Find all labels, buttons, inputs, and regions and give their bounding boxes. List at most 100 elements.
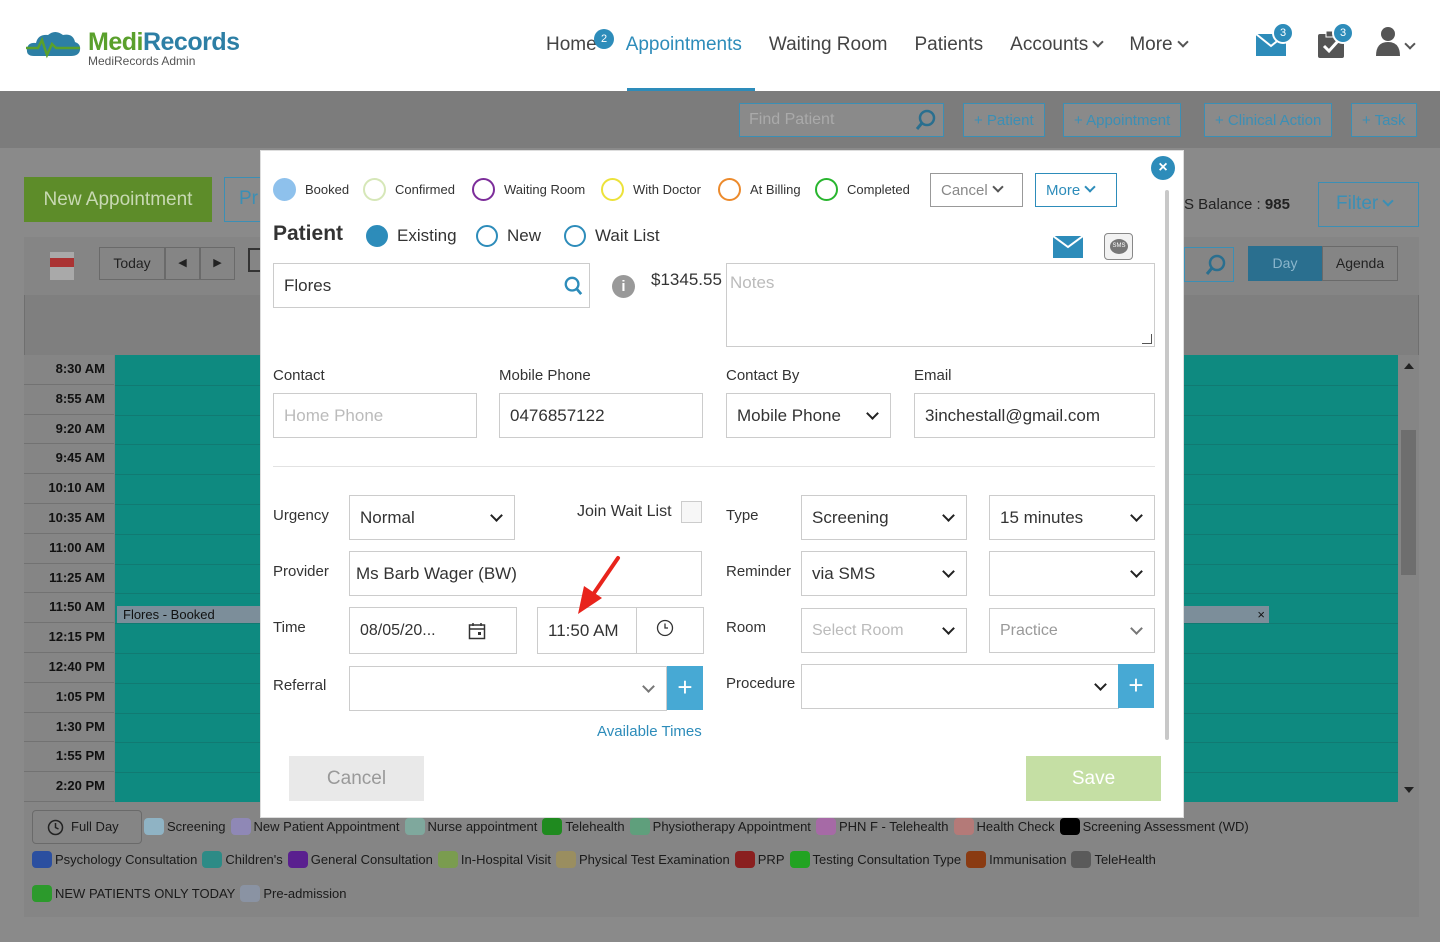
save-button[interactable]: Save (1026, 756, 1161, 801)
calendar-search-button[interactable] (1184, 247, 1234, 282)
view-agenda-tab[interactable]: Agenda (1322, 246, 1398, 281)
close-modal-button[interactable]: × (1151, 156, 1175, 180)
brand-name: MediRecords (88, 28, 240, 56)
modal-scrollbar[interactable] (1165, 190, 1169, 740)
filter-button[interactable]: Filter (1318, 182, 1419, 227)
sms-button[interactable]: SMS (1104, 233, 1133, 260)
scroll-down-icon[interactable] (1404, 787, 1414, 793)
provider-label: Provider (273, 563, 329, 580)
info-icon[interactable]: i (612, 275, 635, 298)
procedure-select[interactable] (801, 664, 1119, 709)
new-appointment-button[interactable]: New Appointment (24, 177, 212, 222)
pr-button[interactable]: Pr (224, 177, 264, 222)
balance-summary: S Balance : 985 (1184, 196, 1290, 213)
brand-logo[interactable]: MediRecords MediRecords Admin (24, 28, 240, 67)
radio-new[interactable]: New (476, 225, 541, 247)
legend-swatch (815, 818, 836, 835)
nav-appointments[interactable]: Appointments (626, 34, 742, 56)
calendar-scrollbar[interactable] (1398, 355, 1419, 802)
reminder-select[interactable]: via SMS (801, 551, 967, 596)
status-at-billing[interactable]: At Billing (718, 178, 801, 201)
legend-label: Physical Test Examination (578, 852, 730, 867)
status-completed[interactable]: Completed (815, 178, 910, 201)
patient-heading: Patient (273, 222, 344, 245)
reminder-timing-select[interactable] (989, 551, 1155, 596)
practice-select[interactable]: Practice (989, 608, 1155, 653)
next-button[interactable]: ▶ (200, 247, 235, 280)
legend-swatch (1059, 818, 1080, 835)
mail-button[interactable]: 3 (1256, 22, 1294, 58)
legend-swatch (287, 851, 308, 868)
nav-patients[interactable]: Patients (915, 34, 984, 56)
view-day-tab[interactable]: Day (1248, 246, 1322, 281)
type-select[interactable]: Screening (801, 495, 967, 540)
tasks-badge: 3 (1332, 22, 1354, 44)
tasks-button[interactable]: 3 (1318, 22, 1354, 58)
notes-textarea[interactable]: Notes (726, 263, 1155, 347)
status-label: With Doctor (633, 182, 701, 197)
urgency-select[interactable]: Normal (349, 495, 515, 540)
nav-more[interactable]: More (1129, 34, 1189, 56)
radio-existing[interactable]: Existing (366, 225, 457, 247)
legend-item: Telehealth (542, 818, 625, 835)
full-day-button[interactable]: Full Day (32, 810, 142, 844)
room-select[interactable]: Select Room (801, 608, 967, 653)
add-referral-button[interactable]: + (667, 666, 703, 710)
join-wait-list-checkbox[interactable] (681, 501, 702, 523)
time-slot-label: 12:40 PM (24, 653, 114, 683)
mail-badge: 3 (1272, 22, 1294, 44)
cancel-button[interactable]: Cancel (289, 756, 424, 801)
time-picker-button[interactable] (636, 607, 704, 654)
status-waiting-room[interactable]: Waiting Room (472, 178, 585, 201)
cancel-status-dropdown[interactable]: Cancel (930, 173, 1023, 207)
available-times-link[interactable]: Available Times (597, 723, 702, 740)
chevron-down-icon (1130, 508, 1143, 522)
status-ring-icon (472, 178, 495, 201)
email-patient-button[interactable] (1052, 235, 1084, 263)
contact-by-select[interactable]: Mobile Phone (726, 393, 891, 438)
pdf-icon[interactable] (50, 252, 74, 280)
prev-button[interactable]: ◀ (165, 247, 200, 280)
status-with-doctor[interactable]: With Doctor (601, 178, 701, 201)
patient-search-input[interactable]: Flores (273, 263, 590, 308)
date-input[interactable]: 08/05/20... (349, 607, 517, 654)
envelope-icon (1052, 235, 1084, 258)
home-phone-input[interactable]: Home Phone (273, 393, 477, 438)
referral-select[interactable] (349, 666, 667, 711)
add-task-button[interactable]: + Task (1351, 103, 1417, 137)
chevron-down-icon (642, 679, 655, 693)
today-button[interactable]: Today (99, 247, 165, 280)
calendar-icon[interactable] (248, 248, 260, 272)
annotation-arrow-icon (578, 556, 620, 614)
chevron-down-icon (1084, 181, 1096, 193)
status-booked[interactable]: Booked (273, 178, 349, 201)
nav-accounts[interactable]: Accounts (1010, 34, 1104, 56)
remove-icon[interactable]: × (1257, 606, 1265, 623)
calendar-icon[interactable] (468, 622, 486, 640)
scroll-up-icon[interactable] (1404, 363, 1414, 369)
legend-swatch (555, 851, 576, 868)
provider-input[interactable]: Ms Barb Wager (BW) (349, 551, 702, 596)
add-appointment-button[interactable]: + Appointment (1063, 103, 1182, 137)
legend-swatch (32, 885, 52, 902)
user-menu[interactable] (1376, 26, 1420, 60)
mobile-phone-input[interactable]: 0476857122 (499, 393, 703, 438)
mobile-phone-label: Mobile Phone (499, 367, 591, 384)
add-clinical-action-button[interactable]: + Clinical Action (1204, 103, 1333, 137)
legend-item: Physiotherapy Appointment (629, 818, 811, 835)
status-confirmed[interactable]: Confirmed (363, 178, 455, 201)
time-column: 8:30 AM 8:55 AM 9:20 AM 9:45 AM 10:10 AM 10:3… (24, 355, 114, 802)
resize-handle-icon[interactable] (1142, 334, 1152, 344)
add-patient-button[interactable]: + Patient (963, 103, 1045, 137)
legend-label: Psychology Consultation (55, 852, 198, 867)
urgency-label: Urgency (273, 507, 329, 524)
duration-select[interactable]: 15 minutes (989, 495, 1155, 540)
nav-waiting-room[interactable]: Waiting Room (769, 34, 888, 56)
nav-home[interactable]: Home 2 (546, 29, 614, 56)
add-procedure-button[interactable]: + (1118, 664, 1154, 708)
radio-wait-list[interactable]: Wait List (564, 225, 660, 247)
more-dropdown[interactable]: More (1035, 173, 1117, 207)
main-nav: Home 2 Appointments Waiting Room Patient… (546, 29, 1214, 56)
find-patient-input[interactable]: Find Patient (739, 103, 944, 137)
email-input[interactable]: 3inchestall@gmail.com (914, 393, 1155, 438)
